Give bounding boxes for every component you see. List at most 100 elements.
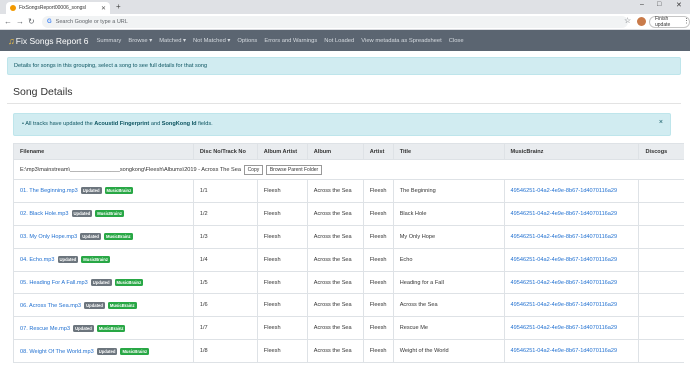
filename-link[interactable]: 02. Black Hole.mp3 — [20, 211, 69, 217]
nav-summary[interactable]: Summary — [97, 38, 122, 44]
divider — [7, 103, 681, 104]
album-artist-cell: Fleesh — [256, 339, 308, 364]
filename-cell: 08. Weight Of The World.mp3 Updated MusicB… — [13, 339, 194, 364]
filename-link[interactable]: 03. My Only Hope.mp3 — [20, 234, 77, 240]
success-alert: • All tracks have updated the Acoustid F… — [13, 113, 671, 136]
nav-not-loaded[interactable]: Not Loaded — [324, 38, 354, 44]
musicbrainz-cell: 49546251-04a2-4e9e-8b67-1d4070116a29 — [503, 293, 639, 318]
back-arrow-icon[interactable]: ← — [4, 17, 12, 27]
maximize-button[interactable]: □ — [657, 1, 661, 8]
disc-track-cell: 1/4 — [192, 248, 258, 272]
table-row[interactable]: 04. Echo.mp3 Updated MusicBrainz 1/4 Fleesh A… — [13, 248, 684, 272]
table-row[interactable]: 02. Black Hole.mp3 Updated MusicBrainz 1/2 F… — [13, 202, 684, 226]
filename-link[interactable]: 01. The Beginning.mp3 — [20, 188, 78, 194]
header-discogs[interactable]: Discogs — [638, 143, 684, 160]
tab-close-icon[interactable]: ✕ — [101, 5, 106, 12]
nav-not-matched[interactable]: Not Matched ▾ — [193, 38, 230, 44]
nav-errors-warnings[interactable]: Errors and Warnings — [264, 38, 317, 44]
musicbrainz-link[interactable]: 49546251-04a2-4e9e-8b67-1d4070116a29 — [511, 188, 618, 194]
folder-path: E:\mp3\mainstream\________________songko… — [20, 166, 241, 173]
filename-link[interactable]: 05. Heading For A Fall.mp3 — [20, 280, 88, 286]
kebab-menu-icon[interactable]: ⋮ — [683, 17, 690, 25]
table-row[interactable]: 01. The Beginning.mp3 Updated MusicBrainz 1… — [13, 179, 684, 203]
nav-close[interactable]: Close — [449, 38, 464, 44]
star-icon[interactable]: ☆ — [624, 16, 631, 26]
header-disc-track[interactable]: Disc No/Track No — [192, 143, 258, 160]
musicbrainz-badge: MusicBrainz — [114, 279, 144, 286]
nav-matched[interactable]: Matched ▾ — [159, 38, 186, 44]
album-cell: Across the Sea — [306, 316, 364, 341]
nav-view-spreadsheet[interactable]: View metadata as Spreadsheet — [361, 38, 441, 44]
artist-cell: Fleesh — [362, 225, 394, 249]
header-album[interactable]: Album — [306, 143, 364, 160]
musicbrainz-link[interactable]: 49546251-04a2-4e9e-8b67-1d4070116a29 — [511, 348, 618, 354]
avatar-icon[interactable] — [637, 17, 646, 26]
nav-options[interactable]: Options — [237, 38, 257, 44]
folder-path-row: E:\mp3\mainstream\________________songko… — [13, 159, 684, 180]
musicbrainz-link[interactable]: 49546251-04a2-4e9e-8b67-1d4070116a29 — [511, 257, 618, 263]
updated-badge: Updated — [73, 324, 94, 332]
updated-badge: Updated — [90, 279, 112, 286]
page-title: Song Details — [13, 86, 73, 98]
browse-parent-folder-button[interactable]: Browse Parent Folder — [265, 164, 323, 175]
musicbrainz-badge: MusicBrainz — [103, 233, 133, 241]
filename-link[interactable]: 08. Weight Of The World.mp3 — [20, 349, 94, 355]
minimize-button[interactable]: – — [640, 1, 644, 8]
musicbrainz-link[interactable]: 49546251-04a2-4e9e-8b67-1d4070116a29 — [511, 325, 618, 331]
google-g-icon: G — [47, 19, 52, 25]
musicbrainz-cell: 49546251-04a2-4e9e-8b67-1d4070116a29 — [503, 179, 639, 203]
table-row[interactable]: 06. Across The Sea.mp3 Updated MusicBrainz… — [13, 293, 684, 318]
brand[interactable]: ♫ Fix Songs Report 6 — [8, 36, 89, 46]
tab-favicon-icon — [10, 5, 16, 11]
title-cell: Heading for a Fall — [392, 271, 505, 295]
forward-arrow-icon[interactable]: → — [16, 17, 24, 27]
filename-link[interactable]: 06. Across The Sea.mp3 — [20, 303, 81, 309]
title-cell: Weight of the World — [392, 339, 505, 364]
updated-badge: Updated — [80, 233, 101, 241]
close-window-button[interactable]: ✕ — [676, 1, 682, 9]
title-cell: Across the Sea — [392, 293, 505, 318]
browser-tab[interactable]: FixSongsReport00006_songsl ✕ — [6, 2, 110, 14]
discogs-cell — [638, 179, 684, 203]
alert-close-icon[interactable]: × — [659, 119, 663, 126]
album-artist-cell: Fleesh — [256, 248, 308, 272]
disc-track-cell: 1/5 — [192, 271, 258, 295]
copy-button[interactable]: Copy — [243, 164, 264, 175]
table-row[interactable]: 03. My Only Hope.mp3 Updated MusicBrainz 1/… — [13, 225, 684, 249]
info-banner: Details for songs in this grouping, sele… — [7, 57, 681, 75]
header-musicbrainz[interactable]: MusicBrainz — [503, 143, 639, 160]
filename-link[interactable]: 04. Echo.mp3 — [20, 257, 55, 263]
alert-field-1: Acoustid Fingerprint — [94, 121, 150, 127]
album-cell: Across the Sea — [306, 339, 364, 364]
musicbrainz-cell: 49546251-04a2-4e9e-8b67-1d4070116a29 — [503, 339, 639, 364]
filename-cell: 02. Black Hole.mp3 Updated MusicBrainz — [13, 202, 194, 226]
address-bar[interactable]: G Search Google or type a URL — [42, 16, 628, 28]
musicbrainz-link[interactable]: 49546251-04a2-4e9e-8b67-1d4070116a29 — [511, 234, 618, 240]
table-row[interactable]: 07. Rescue Me.mp3 Updated MusicBrainz 1/7 Fl… — [13, 316, 684, 341]
album-cell: Across the Sea — [306, 202, 364, 226]
filename-link[interactable]: 07. Rescue Me.mp3 — [20, 326, 70, 332]
new-tab-button[interactable]: + — [116, 2, 121, 12]
nav-browse[interactable]: Browse ▾ — [128, 38, 152, 44]
album-artist-cell: Fleesh — [256, 225, 308, 249]
musicbrainz-link[interactable]: 49546251-04a2-4e9e-8b67-1d4070116a29 — [511, 211, 618, 217]
musicbrainz-link[interactable]: 49546251-04a2-4e9e-8b67-1d4070116a29 — [511, 280, 618, 286]
filename-cell: 06. Across The Sea.mp3 Updated MusicBrainz — [13, 293, 194, 318]
title-cell: The Beginning — [392, 179, 505, 203]
header-filename[interactable]: Filename — [13, 143, 194, 160]
musicbrainz-cell: 49546251-04a2-4e9e-8b67-1d4070116a29 — [503, 271, 639, 295]
discogs-cell — [638, 316, 684, 341]
title-cell: Rescue Me — [392, 316, 505, 341]
reload-icon[interactable]: ↻ — [28, 17, 35, 27]
table-row[interactable]: 08. Weight Of The World.mp3 Updated MusicB… — [13, 339, 684, 364]
album-cell: Across the Sea — [306, 293, 364, 318]
header-artist[interactable]: Artist — [362, 143, 394, 160]
musicbrainz-link[interactable]: 49546251-04a2-4e9e-8b67-1d4070116a29 — [511, 302, 618, 308]
header-title[interactable]: Title — [392, 143, 505, 160]
table-row[interactable]: 05. Heading For A Fall.mp3 Updated MusicBr… — [13, 271, 684, 295]
table-header-row: Filename Disc No/Track No Album Artist A… — [13, 143, 684, 160]
brand-label: Fix Songs Report 6 — [15, 35, 89, 46]
updated-badge: Updated — [80, 187, 102, 195]
alert-joiner: and — [150, 121, 161, 127]
header-album-artist[interactable]: Album Artist — [256, 143, 308, 160]
